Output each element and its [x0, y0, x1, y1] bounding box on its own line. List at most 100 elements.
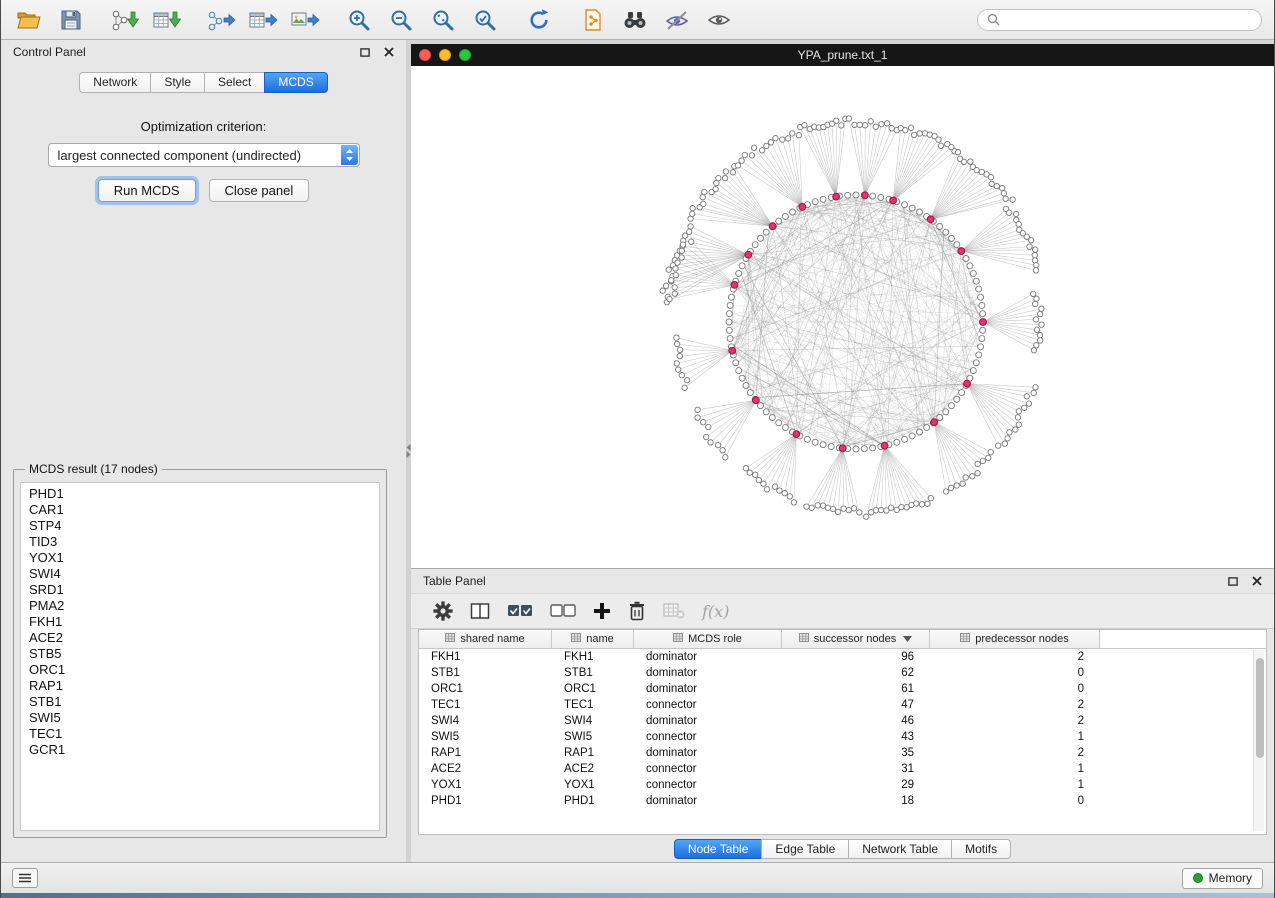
table-cell: RAP1 — [419, 745, 552, 761]
mcds-list-item[interactable]: PMA2 — [29, 598, 371, 614]
mcds-list-item[interactable]: TEC1 — [29, 726, 371, 742]
network-window-titlebar[interactable]: YPA_prune.txt_1 — [411, 44, 1274, 66]
mcds-list-item[interactable]: SRD1 — [29, 582, 371, 598]
mcds-list-item[interactable]: ORC1 — [29, 662, 371, 678]
graphics-details-icon[interactable] — [661, 6, 693, 34]
close-window-icon[interactable] — [419, 49, 431, 61]
mcds-list-item[interactable]: RAP1 — [29, 678, 371, 694]
mcds-list-item[interactable]: STP4 — [29, 518, 371, 534]
control-panel: Control Panel NetworkStyleSelectMCDS Opt… — [1, 40, 406, 862]
table-column-icon — [960, 633, 970, 645]
table-row[interactable]: SWI4SWI4dominator462 — [419, 713, 1266, 729]
deselect-all-icon[interactable] — [550, 601, 576, 621]
table-cell: PHD1 — [419, 793, 552, 809]
table-rows: FKH1FKH1dominator962STB1STB1dominator620… — [419, 649, 1266, 809]
table-row[interactable]: ORC1ORC1dominator610 — [419, 681, 1266, 697]
column-header-predecessor-nodes[interactable]: predecessor nodes — [930, 630, 1100, 648]
mcds-list-item[interactable]: STB1 — [29, 694, 371, 710]
menu-icon[interactable] — [12, 868, 38, 888]
table-row[interactable]: TEC1TEC1connector472 — [419, 697, 1266, 713]
first-neighbors-icon[interactable] — [619, 6, 651, 34]
right-column: YPA_prune.txt_1 Table Panel — [411, 40, 1274, 862]
column-header-MCDS-role[interactable]: MCDS role — [634, 630, 782, 648]
mcds-result-box: MCDS result (17 nodes) PHD1CAR1STP4TID3Y… — [13, 462, 387, 838]
table-cell: 46 — [782, 713, 930, 729]
show-columns-icon[interactable] — [470, 601, 490, 621]
sort-chevron-icon — [903, 636, 912, 642]
search-input[interactable] — [1006, 13, 1252, 27]
tab-style[interactable]: Style — [150, 72, 204, 93]
column-header-name[interactable]: name — [552, 630, 634, 648]
table-scrollbar[interactable] — [1253, 650, 1264, 831]
table-panel: Table Panel f(x) shared namenameMC — [411, 568, 1274, 862]
table-row[interactable]: ACE2ACE2connector311 — [419, 761, 1266, 777]
mcds-result-list[interactable]: PHD1CAR1STP4TID3YOX1SWI4SRD1PMA2FKH1ACE2… — [20, 482, 380, 831]
mcds-list-item[interactable]: SWI5 — [29, 710, 371, 726]
network-canvas[interactable] — [411, 66, 1274, 568]
column-header-successor-nodes[interactable]: successor nodes — [782, 630, 930, 648]
tab-mcds[interactable]: MCDS — [264, 72, 327, 93]
table-row[interactable]: YOX1YOX1connector291 — [419, 777, 1266, 793]
run-mcds-button[interactable]: Run MCDS — [98, 179, 196, 202]
mcds-list-item[interactable]: YOX1 — [29, 550, 371, 566]
table-cell: 29 — [782, 777, 930, 793]
close-table-panel-icon[interactable] — [1252, 576, 1262, 586]
table-row[interactable]: FKH1FKH1dominator962 — [419, 649, 1266, 665]
table-settings-icon[interactable] — [433, 601, 453, 621]
open-file-icon[interactable] — [13, 6, 45, 34]
import-network-icon[interactable] — [109, 6, 141, 34]
minimize-window-icon[interactable] — [439, 49, 451, 61]
tab-motifs[interactable]: Motifs — [951, 839, 1011, 859]
tab-select[interactable]: Select — [204, 72, 264, 93]
memory-button[interactable]: Memory — [1182, 868, 1263, 889]
zoom-fit-icon[interactable] — [427, 6, 459, 34]
optimization-criterion-select[interactable]: largest connected component (undirected) — [48, 143, 360, 167]
zoom-selected-icon[interactable] — [469, 6, 501, 34]
control-panel-header: Control Panel — [1, 40, 406, 64]
mcds-list-item[interactable]: ACE2 — [29, 630, 371, 646]
delete-column-icon[interactable] — [628, 601, 646, 621]
import-table-icon[interactable] — [151, 6, 183, 34]
function-builder-icon: f(x) — [702, 602, 729, 621]
table-row[interactable]: PHD1PHD1dominator180 — [419, 793, 1266, 809]
float-panel-icon[interactable] — [360, 48, 370, 57]
mcds-list-item[interactable]: GCR1 — [29, 742, 371, 758]
zoom-in-icon[interactable] — [343, 6, 375, 34]
export-network-icon[interactable] — [205, 6, 237, 34]
table-panel-header: Table Panel — [411, 569, 1274, 593]
table-column-icon — [799, 633, 809, 645]
apply-layout-icon[interactable] — [523, 6, 555, 34]
mcds-list-item[interactable]: CAR1 — [29, 502, 371, 518]
close-panel-icon[interactable] — [384, 47, 394, 57]
search-box[interactable] — [977, 9, 1262, 31]
column-header-shared-name[interactable]: shared name — [419, 630, 552, 648]
mcds-list-item[interactable]: STB5 — [29, 646, 371, 662]
table-column-icon — [673, 633, 683, 645]
export-image-icon[interactable] — [289, 6, 321, 34]
zoom-out-icon[interactable] — [385, 6, 417, 34]
column-header-label: name — [586, 633, 614, 645]
mcds-list-item[interactable]: FKH1 — [29, 614, 371, 630]
scrollbar-thumb[interactable] — [1256, 658, 1264, 758]
tab-node-table[interactable]: Node Table — [674, 839, 762, 859]
mcds-list-item[interactable]: SWI4 — [29, 566, 371, 582]
tab-edge-table[interactable]: Edge Table — [761, 839, 848, 859]
table-cell: connector — [634, 761, 782, 777]
float-table-panel-icon[interactable] — [1228, 577, 1238, 586]
table-row[interactable]: RAP1RAP1dominator352 — [419, 745, 1266, 761]
add-column-icon[interactable] — [593, 602, 611, 620]
mcds-list-item[interactable]: PHD1 — [29, 486, 371, 502]
select-all-icon[interactable] — [507, 601, 533, 621]
mcds-list-item[interactable]: TID3 — [29, 534, 371, 550]
tab-network-table[interactable]: Network Table — [848, 839, 951, 859]
table-row[interactable]: STB1STB1dominator620 — [419, 665, 1266, 681]
maximize-window-icon[interactable] — [459, 49, 471, 61]
close-panel-button[interactable]: Close panel — [209, 179, 310, 202]
show-hide-details-icon[interactable] — [703, 6, 735, 34]
export-table-icon[interactable] — [247, 6, 279, 34]
save-session-icon[interactable] — [55, 6, 87, 34]
export-webpage-icon[interactable] — [577, 6, 609, 34]
status-bar: Memory — [1, 862, 1274, 893]
table-row[interactable]: SWI5SWI5connector431 — [419, 729, 1266, 745]
tab-network[interactable]: Network — [79, 72, 150, 93]
